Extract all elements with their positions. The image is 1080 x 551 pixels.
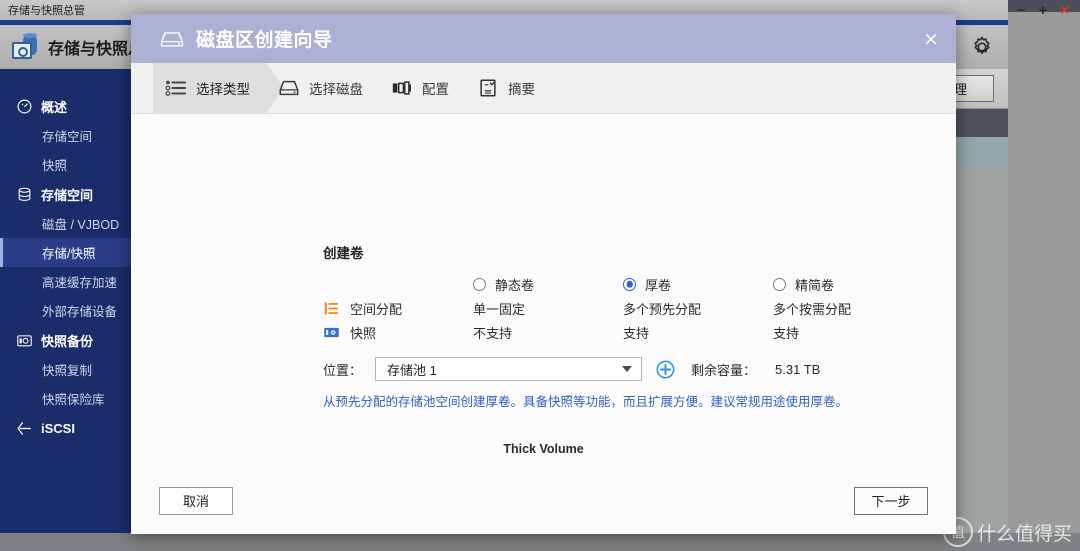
attribute-label-snapshot: 快照 (323, 323, 473, 342)
attribute-value: 多个按需分配 (773, 301, 852, 317)
sidebar-item-cache-acceleration[interactable]: 高速缓存加速 (0, 267, 135, 296)
sidebar-item-external-storage[interactable]: 外部存储设备 (0, 296, 135, 325)
sidebar-label: 高速缓存加速 (42, 276, 118, 290)
cancel-button[interactable]: 取消 (159, 486, 233, 515)
allocation-icon (324, 302, 338, 314)
sidebar-item-snapshot-vault[interactable]: 快照保险库 (0, 384, 135, 413)
wizard-step-configure[interactable]: 配置 (379, 63, 465, 114)
dialog-header: 磁盘区创建向导 × (131, 14, 956, 63)
storage-pool-select[interactable]: 存储池 1 (375, 357, 643, 381)
sidebar-label: iSCSI (41, 420, 75, 436)
storage-snapshot-app-icon (12, 33, 38, 60)
step-label: 摘要 (508, 82, 535, 97)
option-label: 厚卷 (645, 277, 672, 293)
dialog-footer: 取消 下一步 (131, 467, 956, 534)
attribute-label: 空间分配 (350, 301, 403, 317)
dialog-title: 磁盘区创建向导 (196, 30, 333, 51)
storage-pool-selected-value: 存储池 1 (387, 362, 437, 378)
sidebar-item-snapshot-replica[interactable]: 快照复制 (0, 355, 135, 384)
sidebar-label: 存储/快照 (42, 247, 96, 261)
location-label: 位置： (323, 362, 363, 378)
attribute-label: 快照 (350, 325, 377, 341)
sidebar-label: 磁盘 / VJBOD (42, 218, 120, 232)
close-icon[interactable]: × (920, 28, 942, 50)
wizard-steps: 选择类型 选择磁盘 配置 摘要 (131, 62, 956, 114)
window-title: 存储与快照总管 (8, 5, 85, 17)
option-label: 精简卷 (795, 277, 835, 293)
sidebar-group-snapshot-backup[interactable]: 快照备份 (0, 325, 135, 355)
step-label: 配置 (422, 82, 449, 97)
attribute-value: 不支持 (473, 325, 513, 341)
next-button[interactable]: 下一步 (854, 486, 928, 515)
iscsi-arrow-icon (17, 421, 31, 435)
step-label: 选择类型 (196, 82, 250, 97)
database-icon (18, 187, 31, 201)
volume-type-option-thin[interactable]: 精简卷 (773, 275, 923, 294)
minimize-button[interactable]: − (1017, 3, 1026, 18)
radio-static-volume[interactable] (473, 277, 486, 291)
attribute-value: 支持 (623, 325, 650, 341)
maximize-button[interactable]: + (1038, 3, 1047, 18)
disk-icon (160, 31, 184, 47)
attribute-label-allocation: 空间分配 (323, 299, 473, 318)
volume-type-comparison-table: 静态卷 厚卷 精简卷 空间分配 单一固定 多个预先分配 多个按需分配 快照 不支… (323, 272, 923, 344)
sidebar-label: 存储空间 (42, 130, 93, 144)
volume-creation-wizard-dialog: 磁盘区创建向导 × 选择类型 选择磁盘 配置 摘要 创建卷 静态卷 厚卷 精简卷… (131, 14, 956, 534)
sidebar-label: 快照复制 (42, 364, 93, 378)
attribute-value: 单一固定 (473, 301, 526, 317)
disk-icon (279, 80, 299, 96)
sidebar-item-snapshot-overview[interactable]: 快照 (0, 150, 135, 179)
volume-type-radio-row: 静态卷 厚卷 精简卷 (323, 272, 923, 296)
remaining-capacity-label: 剩余容量： (691, 362, 757, 378)
snapshot-camera-icon (324, 327, 339, 337)
attribute-value: 多个预先分配 (623, 301, 702, 317)
diagram-volume-label: Thick Volume (503, 442, 584, 456)
sidebar-label: 概述 (41, 99, 68, 115)
section-title: 创建卷 (323, 246, 364, 261)
remaining-capacity-value: 5.31 TB (775, 361, 821, 377)
radio-thin-volume[interactable] (773, 277, 786, 291)
attribute-value: 支持 (773, 325, 800, 341)
camera-icon (17, 334, 32, 346)
step-label: 选择磁盘 (309, 82, 363, 97)
wizard-step-select-type[interactable]: 选择类型 (153, 62, 284, 114)
volume-type-option-thick[interactable]: 厚卷 (623, 275, 773, 294)
sidebar-label: 快照保险库 (42, 393, 105, 407)
sidebar-item-disks-vjbod[interactable]: 磁盘 / VJBOD (0, 209, 135, 238)
chevron-down-icon (622, 366, 633, 372)
sidebar-group-storage-space[interactable]: 存储空间 (0, 179, 135, 209)
wizard-step-summary[interactable]: 摘要 (465, 63, 551, 114)
volume-type-description: 从预先分配的存储池空间创建厚卷。具备快照等功能，而且扩展方便。建议常规用途使用厚… (323, 395, 849, 409)
window-controls: − + × (1017, 0, 1080, 20)
sidebar-item-storage-space-overview[interactable]: 存储空间 (0, 121, 135, 150)
sidebar-label: 存储空间 (41, 187, 94, 203)
sidebar-label: 快照备份 (41, 333, 94, 349)
sidebar-label: 快照 (42, 159, 68, 173)
sidebar-group-iscsi[interactable]: iSCSI (0, 413, 135, 443)
gauge-icon (17, 99, 32, 113)
radio-thick-volume[interactable] (623, 277, 636, 291)
settings-gear-icon[interactable] (970, 35, 994, 59)
attribute-row-snapshot: 快照 不支持 支持 支持 (323, 320, 923, 344)
list-icon (165, 80, 187, 96)
dialog-body: 创建卷 静态卷 厚卷 精简卷 空间分配 单一固定 多个预先分配 多个按需分配 快… (131, 114, 956, 467)
storage-architecture-diagram: Thick Volume Storage Pool RAID (131, 442, 956, 467)
taskbar-band (0, 533, 1080, 551)
option-label: 静态卷 (495, 277, 535, 293)
sidebar: 概述 存储空间 快照 存储空间 磁盘 / VJBOD 存储/快照 高速缓存加速 … (0, 69, 135, 551)
sidebar-group-overview[interactable]: 概述 (0, 91, 135, 121)
plus-circle-icon[interactable] (656, 360, 675, 379)
close-window-button[interactable]: × (1060, 3, 1069, 18)
config-icon (392, 81, 411, 95)
wizard-step-select-disk[interactable]: 选择磁盘 (266, 63, 379, 114)
clipboard-check-icon (480, 79, 496, 97)
attribute-row-allocation: 空间分配 单一固定 多个预先分配 多个按需分配 (323, 296, 923, 320)
sidebar-item-storage-snapshot[interactable]: 存储/快照 (0, 238, 135, 267)
sidebar-label: 外部存储设备 (42, 305, 118, 319)
location-row: 位置： 存储池 1 剩余容量： 5.31 TB (323, 357, 820, 381)
volume-type-option-static[interactable]: 静态卷 (473, 275, 623, 294)
